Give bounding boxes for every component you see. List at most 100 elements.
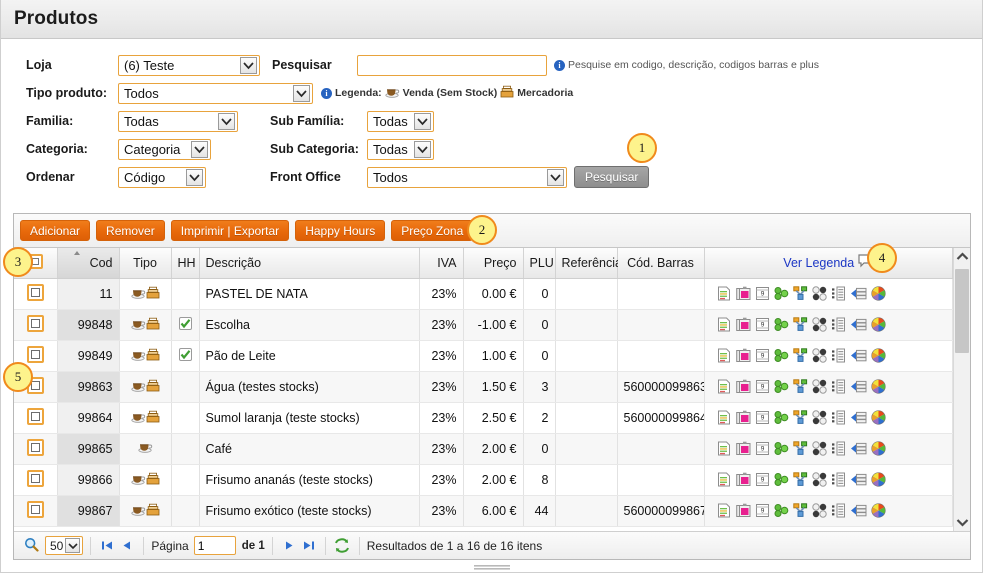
row-checkbox[interactable] — [26, 500, 44, 518]
add-button[interactable]: Adicionar — [20, 220, 91, 241]
vertical-scrollbar[interactable] — [953, 248, 970, 531]
row-checkbox[interactable] — [26, 283, 44, 301]
familia-select[interactable]: Todas — [118, 110, 238, 132]
green-nodes-icon[interactable] — [774, 503, 789, 518]
search-magnifier-icon[interactable] — [18, 537, 45, 555]
color-wheel-icon[interactable] — [870, 317, 886, 332]
dots-balls-icon[interactable] — [811, 348, 827, 363]
color-wheel-icon[interactable] — [870, 503, 886, 518]
color-wheel-icon[interactable] — [870, 348, 886, 363]
color-wheel-icon[interactable] — [870, 410, 886, 425]
happy-hours-button[interactable]: Happy Hours — [295, 220, 386, 241]
green-nodes-icon[interactable] — [774, 379, 789, 394]
color-wheel-icon[interactable] — [870, 286, 886, 301]
page-number-icon[interactable]: 9 — [755, 441, 770, 456]
row-select-cell[interactable] — [14, 495, 58, 527]
loja-select[interactable]: (6) Teste — [118, 54, 260, 76]
dots-balls-icon[interactable] — [811, 317, 827, 332]
filter-funnel-icon[interactable] — [792, 379, 808, 394]
front-office-select[interactable]: Todos — [367, 166, 567, 188]
document-lines-icon[interactable] — [717, 348, 732, 363]
blue-arrow-stack-icon[interactable] — [850, 348, 867, 363]
blue-arrow-stack-icon[interactable] — [850, 410, 867, 425]
table-row[interactable]: 99849 Pão de Leite 23% 1.00 €0 9 — [14, 340, 953, 372]
green-nodes-icon[interactable] — [774, 317, 789, 332]
filter-funnel-icon[interactable] — [792, 503, 808, 518]
row-checkbox[interactable] — [26, 314, 44, 332]
document-lines-icon[interactable] — [717, 441, 732, 456]
filter-funnel-icon[interactable] — [792, 472, 808, 487]
scrollbar-thumb[interactable] — [955, 269, 969, 353]
clipboard-pink-icon[interactable] — [735, 410, 751, 425]
next-page-button[interactable] — [280, 536, 299, 555]
search-button[interactable]: Pesquisar — [574, 166, 650, 188]
document-lines-icon[interactable] — [717, 410, 732, 425]
filter-funnel-icon[interactable] — [792, 441, 808, 456]
page-number-icon[interactable]: 9 — [755, 503, 770, 518]
table-row[interactable]: 99863 Água (testes stocks) 23% 1.50 €3 56000… — [14, 371, 953, 403]
page-size-select[interactable]: 50 — [45, 536, 84, 555]
column-header-cod-barras[interactable]: Cód. Barras — [617, 248, 705, 279]
clipboard-pink-icon[interactable] — [735, 503, 751, 518]
document-lines-icon[interactable] — [717, 317, 732, 332]
resize-grip-icon[interactable] — [473, 558, 510, 573]
filter-funnel-icon[interactable] — [792, 286, 808, 301]
column-header-iva[interactable]: IVA — [419, 248, 464, 279]
green-nodes-icon[interactable] — [774, 286, 789, 301]
scroll-up-icon[interactable] — [954, 248, 971, 265]
column-header-plu[interactable]: PLU — [523, 248, 556, 279]
blue-arrow-stack-icon[interactable] — [850, 503, 867, 518]
first-page-button[interactable] — [98, 536, 117, 555]
color-wheel-icon[interactable] — [870, 472, 886, 487]
page-number-icon[interactable]: 9 — [755, 472, 770, 487]
blue-arrow-stack-icon[interactable] — [850, 286, 867, 301]
clipboard-pink-icon[interactable] — [735, 441, 751, 456]
green-nodes-icon[interactable] — [774, 348, 789, 363]
column-header-descricao[interactable]: Descrição — [199, 248, 420, 279]
dots-balls-icon[interactable] — [811, 503, 827, 518]
dots-balls-icon[interactable] — [811, 286, 827, 301]
row-checkbox[interactable] — [26, 469, 44, 487]
document-lines-icon[interactable] — [717, 286, 732, 301]
happy-hour-checkbox[interactable] — [178, 316, 192, 330]
ordenar-select[interactable]: Código — [118, 166, 206, 188]
table-row[interactable]: 11 PASTEL DE NATA 23% 0.00 €0 9 — [14, 278, 953, 310]
happy-hour-checkbox[interactable] — [178, 347, 192, 361]
filter-funnel-icon[interactable] — [792, 410, 808, 425]
row-checkbox[interactable] — [26, 345, 44, 363]
page-number-input[interactable] — [193, 536, 236, 555]
document-lines-icon[interactable] — [717, 379, 732, 394]
sub-categoria-select[interactable]: Todas — [367, 138, 434, 160]
page-number-icon[interactable]: 9 — [755, 379, 770, 394]
table-row[interactable]: 99867 Frisumo exótico (teste stocks) 23% 6.… — [14, 495, 953, 527]
list-detail-icon[interactable] — [831, 472, 846, 487]
list-detail-icon[interactable] — [831, 348, 846, 363]
page-number-icon[interactable]: 9 — [755, 348, 770, 363]
blue-arrow-stack-icon[interactable] — [850, 317, 867, 332]
row-select-cell[interactable] — [14, 402, 58, 434]
list-detail-icon[interactable] — [831, 317, 846, 332]
filter-funnel-icon[interactable] — [792, 317, 808, 332]
refresh-button[interactable] — [333, 536, 352, 555]
green-nodes-icon[interactable] — [774, 410, 789, 425]
list-detail-icon[interactable] — [831, 410, 846, 425]
page-number-icon[interactable]: 9 — [755, 317, 770, 332]
document-lines-icon[interactable] — [717, 503, 732, 518]
row-select-cell[interactable] — [14, 309, 58, 341]
tipo-produto-select[interactable]: Todos — [118, 82, 313, 104]
table-row[interactable]: 99848 Escolha 23% -1.00 €0 9 — [14, 309, 953, 341]
clipboard-pink-icon[interactable] — [735, 317, 751, 332]
clipboard-pink-icon[interactable] — [735, 286, 751, 301]
row-checkbox[interactable] — [26, 438, 44, 456]
document-lines-icon[interactable] — [717, 472, 732, 487]
scroll-down-icon[interactable] — [954, 514, 971, 531]
blue-arrow-stack-icon[interactable] — [850, 472, 867, 487]
previous-page-button[interactable] — [117, 536, 136, 555]
blue-arrow-stack-icon[interactable] — [850, 441, 867, 456]
page-number-icon[interactable]: 9 — [755, 286, 770, 301]
column-header-hh[interactable]: HH — [171, 248, 200, 279]
dots-balls-icon[interactable] — [811, 472, 827, 487]
table-row[interactable]: 99864 Sumol laranja (teste stocks) 23% 2.50… — [14, 402, 953, 434]
row-checkbox[interactable] — [26, 407, 44, 425]
table-row[interactable]: 99865 Café 23% 2.00 €0 9 — [14, 433, 953, 465]
